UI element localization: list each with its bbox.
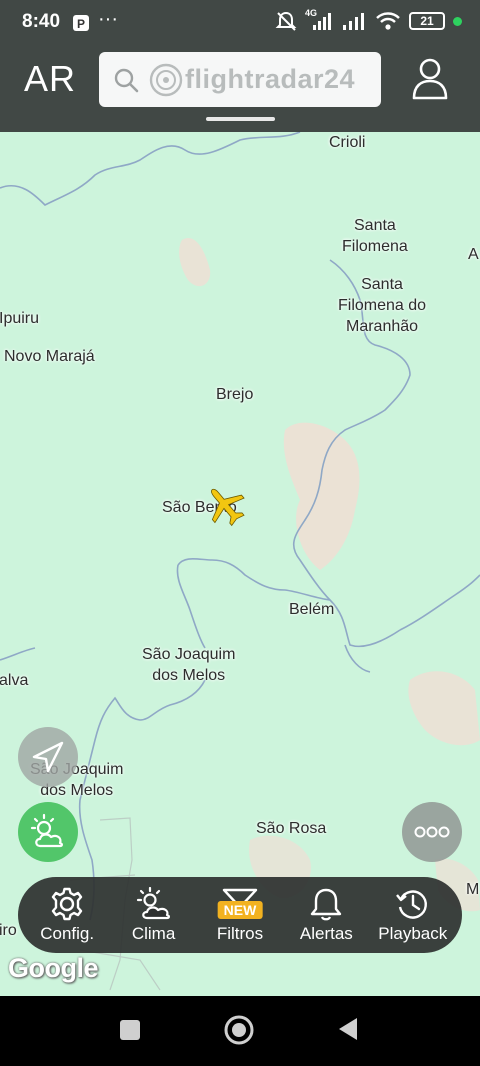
signal-icon: [343, 13, 364, 30]
privacy-dot-icon: [453, 16, 462, 26]
place-label: iro: [0, 922, 17, 939]
menu-playback[interactable]: Playback: [371, 887, 455, 944]
place-label: São Joaquim dos Melos: [142, 646, 236, 684]
menu-config-label: Config.: [40, 923, 95, 943]
more-button[interactable]: [402, 802, 462, 862]
place-label: Novo Marajá: [4, 348, 95, 365]
svg-text:P: P: [77, 17, 85, 31]
status-bar: 8:40 P ··· 4G 21: [0, 0, 480, 44]
flightradar-app: Crioli Santa Filomena Santa Filomena do …: [0, 0, 480, 1066]
menu-clima-label: Clima: [131, 923, 176, 943]
mute-icon: [275, 11, 297, 31]
weather-icon: [136, 886, 170, 919]
signal-4g-icon: 4G: [305, 8, 333, 32]
menu-filtros[interactable]: NEW Filtros: [198, 887, 282, 944]
wifi-icon: [376, 12, 400, 30]
battery-level: 21: [420, 14, 434, 28]
place-label: Ipuiru: [0, 310, 40, 327]
place-label: M: [466, 881, 480, 898]
place-label: Crioli: [329, 134, 366, 151]
weather-icon: [30, 813, 63, 848]
ar-logo[interactable]: AR: [24, 58, 76, 100]
menu-clima[interactable]: Clima: [112, 886, 196, 944]
drag-handle[interactable]: [206, 117, 275, 121]
gear-icon: [51, 887, 83, 920]
search-brand: flightradar24: [185, 64, 356, 94]
place-label: Santa Filomena do Maranhão: [338, 276, 427, 335]
more-notifications-icon: ···: [98, 8, 118, 30]
back-icon[interactable]: [336, 1016, 360, 1042]
menu-filtros-label: Filtros: [216, 923, 264, 943]
new-badge: NEW: [217, 900, 263, 919]
aircraft-icon[interactable]: [202, 482, 248, 528]
locate-button[interactable]: [18, 727, 78, 787]
search-bar[interactable]: flightradar24: [99, 52, 381, 107]
menu-playback-label: Playback: [378, 923, 448, 943]
top-header: 8:40 P ··· 4G 21 AR flightradar24: [0, 0, 480, 132]
recents-icon[interactable]: [118, 1018, 142, 1042]
history-icon: [395, 889, 427, 919]
profile-icon[interactable]: [410, 56, 450, 100]
app-notification-icon: P: [73, 15, 89, 31]
weather-button[interactable]: [18, 802, 78, 862]
radar-logo-icon: [149, 63, 183, 96]
place-label: Santa Filomena: [342, 217, 408, 255]
system-navbar: [0, 996, 480, 1066]
bell-icon: [311, 888, 342, 920]
place-label: Brejo: [216, 386, 254, 403]
menu-config[interactable]: Config.: [25, 887, 109, 944]
place-label: Belém: [289, 601, 335, 618]
bottom-menu: Config. Clima NEW Filtros Alertas Playba…: [18, 877, 462, 953]
more-dots-icon: [414, 826, 450, 838]
status-time: 8:40: [22, 11, 61, 32]
navigation-arrow-icon: [32, 741, 64, 773]
battery-icon: 21: [409, 12, 445, 30]
place-label: São Rosa: [256, 820, 327, 837]
google-attribution: Google: [8, 953, 99, 983]
menu-alertas-label: Alertas: [299, 923, 353, 943]
place-label: alva: [0, 672, 29, 689]
search-icon: [114, 68, 139, 92]
menu-alertas[interactable]: Alertas: [284, 887, 368, 944]
home-icon[interactable]: [223, 1014, 255, 1046]
place-label: A: [468, 246, 479, 263]
